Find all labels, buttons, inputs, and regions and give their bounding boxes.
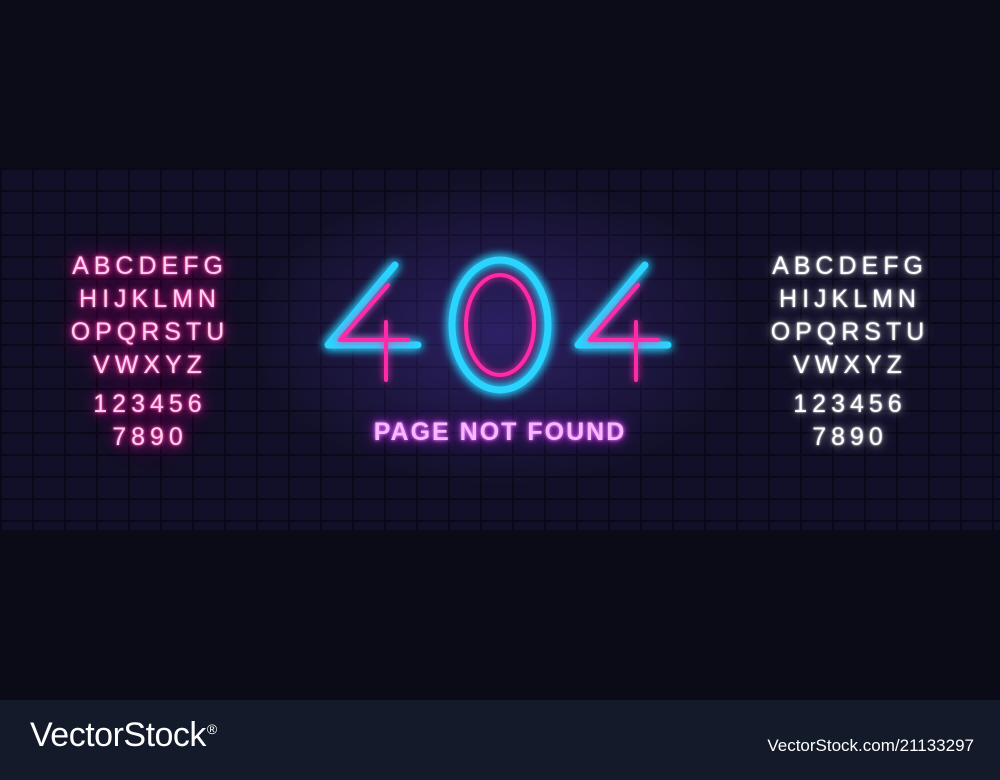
alphabet-row: HIJKLMN [779,285,921,313]
bottom-background [0,530,1000,700]
pink-neon-alphabet: ABCDEFG HIJKLMN OPQRSTU VWXYZ 123456 789… [40,250,260,454]
registered-mark: ® [206,720,217,737]
alphabet-row: OPQRSTU [70,318,230,346]
vectorstock-logo: VectorStock® [30,716,217,755]
page-not-found-tagline: PAGE NOT FOUND [373,418,627,446]
alphabet-row: HIJKLMN [79,285,221,313]
digits-row: 123456 [793,390,907,418]
digits-row: 7890 [812,423,888,451]
alphabet-row: ABCDEFG [772,252,928,280]
digit-four-right [574,261,672,392]
alphabet-row: VWXYZ [793,351,907,379]
white-neon-alphabet: ABCDEFG HIJKLMN OPQRSTU VWXYZ 123456 789… [740,250,960,454]
digits-row: 7890 [112,423,188,451]
watermark-footer: VectorStock® VectorStock.com/21133297 [0,700,1000,780]
top-background [0,0,1000,168]
alphabet-row: OPQRSTU [770,318,930,346]
digits-row: 123456 [93,390,207,418]
digit-four-left [324,261,422,392]
brand-name: VectorStock [30,716,206,754]
image-id-label: VectorStock.com/21133297 [767,736,974,755]
alphabet-row: ABCDEFG [72,252,228,280]
digit-zero [448,256,552,394]
neon-404-sign [324,256,672,394]
alphabet-row: VWXYZ [93,351,207,379]
